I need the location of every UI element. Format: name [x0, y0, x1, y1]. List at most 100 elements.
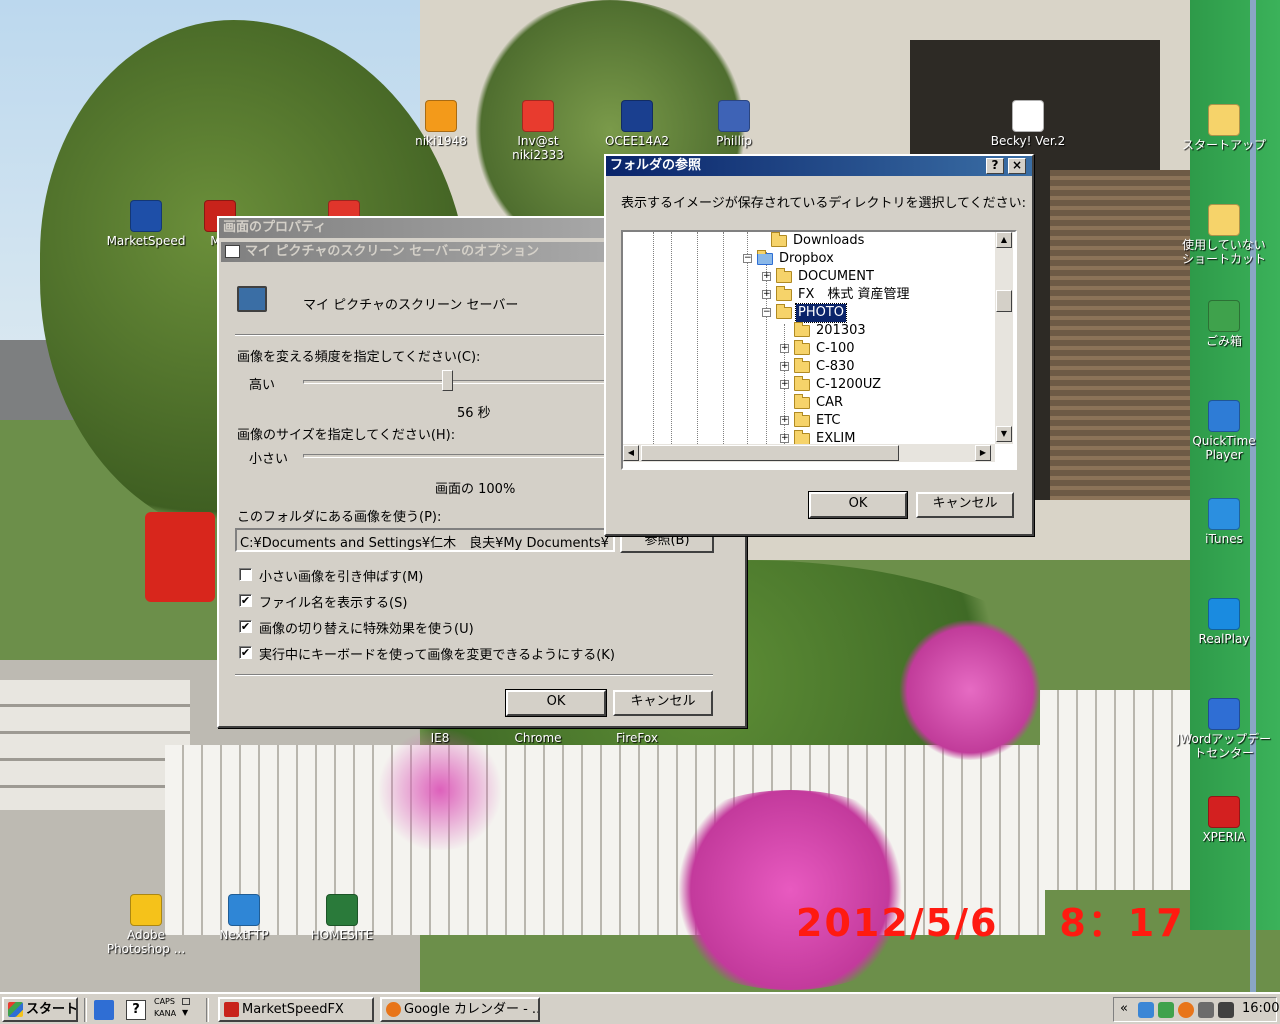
wallpaper-azalea — [880, 620, 1060, 760]
desktop-icon[interactable]: スタートアップ — [1176, 104, 1272, 152]
tree-node-label[interactable]: C-1200UZ — [814, 376, 883, 394]
folder-icon — [776, 268, 792, 283]
desktop-icon[interactable]: Chrome — [490, 731, 586, 745]
desktop-icon[interactable]: RealPlay — [1176, 598, 1272, 646]
taskbar-button[interactable]: MarketSpeedFX — [218, 997, 374, 1022]
desktop-icon[interactable]: FireFox — [589, 731, 685, 745]
dropbox-icon[interactable] — [1138, 1002, 1154, 1018]
scroll-right-button[interactable]: ▶ — [975, 445, 991, 461]
option-label[interactable]: 実行中にキーボードを使って画像を変更できるようにする(K) — [259, 644, 615, 663]
tree-node[interactable]: + DOCUMENT — [623, 268, 995, 286]
scroll-thumb[interactable] — [996, 290, 1012, 312]
folder-browse-titlebar[interactable]: フォルダの参照 ? × — [606, 156, 1032, 176]
option-label[interactable]: 画像の切り替えに特殊効果を使う(U) — [259, 618, 474, 637]
option-label[interactable]: ファイル名を表示する(S) — [259, 592, 407, 611]
collapse-icon[interactable]: − — [762, 308, 771, 317]
tree-node-label[interactable]: FX 株式 資産管理 — [796, 286, 912, 304]
tree-node[interactable]: − PHOTO — [623, 303, 995, 323]
clock[interactable]: 16:00 — [1242, 1001, 1279, 1016]
expand-icon[interactable]: + — [780, 344, 789, 353]
tree-node-label[interactable]: PHOTO — [794, 303, 848, 323]
show-hidden-icons-button[interactable]: « — [1120, 1001, 1128, 1016]
tree-node[interactable]: + C-100 — [623, 340, 995, 358]
tree-node-label[interactable]: CAR — [814, 394, 845, 412]
tree-horizontal-scrollbar[interactable]: ◀ ▶ — [623, 444, 995, 462]
desktop-icon[interactable]: IE8 — [392, 731, 488, 745]
start-label: スタート — [26, 1002, 78, 1017]
desktop-icon-label: RealPlay — [1198, 632, 1250, 646]
sync-icon[interactable] — [1158, 1002, 1174, 1018]
stretch-small-images-checkbox[interactable] — [239, 568, 252, 581]
cancel-button[interactable]: キャンセル — [916, 492, 1014, 518]
marketspeed-fx-icon — [224, 1002, 239, 1017]
scroll-thumb[interactable] — [641, 445, 899, 461]
frequency-high-label: 高い — [249, 378, 276, 393]
monitor-icon — [237, 286, 267, 312]
expand-icon[interactable]: + — [780, 362, 789, 371]
show-filenames-checkbox[interactable]: ✔ — [239, 594, 252, 607]
desktop-icon[interactable]: Becky! Ver.2 — [980, 100, 1076, 148]
close-button[interactable]: × — [1008, 158, 1026, 174]
desktop-icon[interactable]: ごみ箱 — [1176, 300, 1272, 348]
taskbar-button[interactable]: Google カレンダー - ... — [380, 997, 540, 1022]
tree-node-label[interactable]: ETC — [814, 412, 842, 430]
desktop-icon[interactable]: Phillip — [686, 100, 782, 148]
chevron-down-icon[interactable]: ▼ — [182, 1008, 188, 1017]
expand-icon[interactable]: + — [762, 290, 771, 299]
desktop-icon[interactable]: JWordアップデー トセンター — [1176, 698, 1272, 760]
network-icon[interactable] — [1198, 1002, 1214, 1018]
tree-node[interactable]: + C-1200UZ — [623, 376, 995, 394]
tree-vertical-scrollbar[interactable]: ▲ ▼ — [995, 232, 1013, 444]
help-button[interactable]: ? — [986, 158, 1004, 174]
marketspeed-app-icon — [130, 200, 162, 232]
tree-node-label[interactable]: C-830 — [814, 358, 857, 376]
desktop-icon[interactable]: XPERIA — [1176, 796, 1272, 844]
desktop-icon[interactable]: Inv@st niki2333 — [490, 100, 586, 162]
language-bar-icon[interactable] — [94, 1000, 114, 1020]
browser-icon[interactable] — [1178, 1002, 1194, 1018]
desktop-icon[interactable]: HOMESITE — [294, 894, 390, 942]
desktop-icon[interactable]: OCEE14A2 — [589, 100, 685, 148]
option-label[interactable]: 小さい画像を引き伸ばす(M) — [259, 566, 423, 585]
desktop-icon[interactable]: 使用していない ショートカット — [1176, 204, 1272, 266]
scroll-down-button[interactable]: ▼ — [996, 426, 1012, 442]
ok-button[interactable]: OK — [808, 491, 908, 519]
frequency-slider-thumb[interactable] — [442, 370, 454, 391]
tree-node[interactable]: + C-830 — [623, 358, 995, 376]
expand-icon[interactable]: + — [762, 272, 771, 281]
scroll-up-button[interactable]: ▲ — [996, 232, 1012, 248]
tree-node[interactable]: + ETC — [623, 412, 995, 430]
tree-node-label[interactable]: C-100 — [814, 340, 857, 358]
scroll-left-button[interactable]: ◀ — [623, 445, 639, 461]
desktop-icon[interactable]: iTunes — [1176, 498, 1272, 546]
start-button[interactable]: スタート — [2, 997, 78, 1022]
tree-node[interactable]: CAR — [623, 394, 995, 412]
tree-node[interactable]: Downloads — [623, 232, 995, 250]
tree-node[interactable]: − Dropbox — [623, 250, 995, 268]
folder-browse-dialog: フォルダの参照 ? × 表示するイメージが保存されているディレクトリを選択してく… — [604, 154, 1034, 536]
tree-node-label[interactable]: DOCUMENT — [796, 268, 876, 286]
folder-tree[interactable]: Downloads − Dropbox + DOCUMENT + FX 株式 資産管理 − PH… — [621, 230, 1017, 470]
desktop-icon[interactable]: NextFTP — [196, 894, 292, 942]
tree-node[interactable]: 201303 — [623, 322, 995, 340]
tree-node-label[interactable]: Downloads — [791, 232, 866, 250]
ime-icon[interactable]: ? — [126, 1000, 146, 1020]
collapse-icon[interactable]: − — [743, 254, 752, 263]
tree-node-label[interactable]: 201303 — [814, 322, 868, 340]
expand-icon[interactable]: + — [780, 434, 789, 443]
volume-icon[interactable] — [1218, 1002, 1234, 1018]
recycle-bin-icon — [1208, 300, 1240, 332]
keyboard-change-checkbox[interactable]: ✔ — [239, 646, 252, 659]
ok-button[interactable]: OK — [505, 689, 607, 717]
tree-node-label[interactable]: Dropbox — [777, 250, 836, 268]
desktop-icon[interactable]: niki1948 — [393, 100, 489, 148]
desktop-icon[interactable]: Adobe Photoshop ... — [98, 894, 194, 956]
transition-effects-checkbox[interactable]: ✔ — [239, 620, 252, 633]
folder-icon — [1208, 204, 1240, 236]
desktop-icon[interactable]: QuickTime Player — [1176, 400, 1272, 462]
expand-icon[interactable]: + — [780, 416, 789, 425]
cancel-button[interactable]: キャンセル — [613, 690, 713, 716]
tree-node[interactable]: + FX 株式 資産管理 — [623, 286, 995, 304]
folder-path-field[interactable]: C:¥Documents and Settings¥仁木 良夫¥My Docum… — [235, 528, 615, 552]
expand-icon[interactable]: + — [780, 380, 789, 389]
